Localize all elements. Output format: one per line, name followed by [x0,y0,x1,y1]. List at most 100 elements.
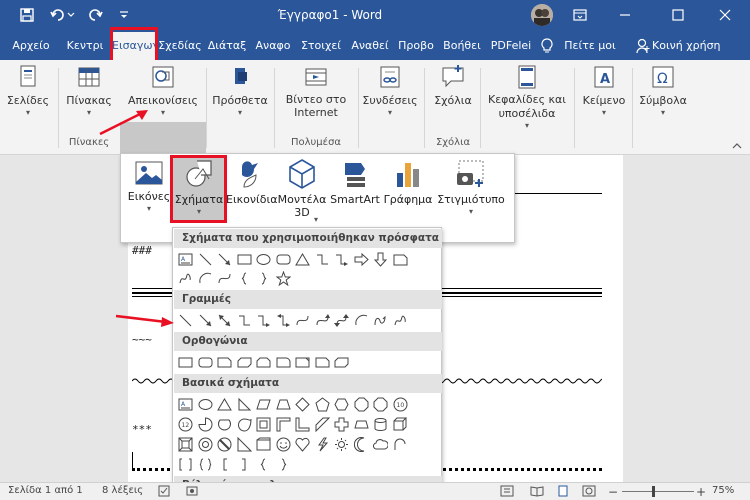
shape-item[interactable] [215,250,235,268]
minimize-icon[interactable] [612,4,638,26]
word-count[interactable]: 8 λέξεις [102,485,143,496]
shape-item[interactable] [274,269,294,287]
shape-item[interactable] [313,395,333,413]
shape-item[interactable] [332,395,352,413]
zoom-slider-track[interactable] [622,491,694,492]
shape-item[interactable] [293,415,313,433]
shape-item[interactable] [391,415,411,433]
shape-item[interactable] [313,311,333,329]
shape-item[interactable] [215,395,235,413]
shape-item[interactable] [391,311,411,329]
customize-qat-icon[interactable] [116,4,132,26]
shape-item[interactable] [293,395,313,413]
shape-item[interactable] [274,353,294,371]
shape-item[interactable] [293,353,313,371]
shape-item[interactable] [254,395,274,413]
shape-item[interactable] [254,455,274,473]
shape-item[interactable] [371,435,391,453]
shape-item[interactable] [196,250,216,268]
shape-item[interactable] [254,435,274,453]
shape-item[interactable] [215,311,235,329]
shape-item[interactable] [215,455,235,473]
page-count[interactable]: Σελίδα 1 από 1 [8,485,83,496]
tab-file[interactable]: Αρχείο [8,32,54,60]
proofing-icon[interactable] [158,485,170,500]
shape-item[interactable] [235,415,255,433]
shape-item[interactable] [235,435,255,453]
shape-item[interactable] [352,435,372,453]
tab-help[interactable]: Βοήθει [440,32,484,60]
shape-item[interactable] [293,311,313,329]
print-layout-icon[interactable] [556,485,570,500]
tab-view[interactable]: Προβο [396,32,436,60]
tab-design[interactable]: Σχεδίας [158,32,202,60]
save-icon[interactable] [16,4,38,26]
shape-item[interactable] [254,269,274,287]
shape-item[interactable] [235,395,255,413]
pictures-button[interactable]: Εικόνες ▾ [127,158,171,214]
shape-item[interactable] [196,435,216,453]
shape-item[interactable] [274,395,294,413]
shape-item[interactable] [215,415,235,433]
shape-item[interactable] [254,353,274,371]
shape-item[interactable]: A [176,395,196,413]
chart-button[interactable]: Γράφημα [382,157,434,207]
shape-item[interactable] [176,353,196,371]
shape-item[interactable] [313,353,333,371]
shape-item[interactable] [332,353,352,371]
shape-item[interactable] [352,250,372,268]
shape-item[interactable] [352,311,372,329]
tab-layout[interactable]: Διάταξ [206,32,248,60]
shape-item[interactable] [215,435,235,453]
shape-item[interactable]: A [176,250,196,268]
online-video-button[interactable]: Βίντεο στο Internet [278,64,354,119]
table-button[interactable]: Πίνακας ▾ [62,64,116,118]
focus-mode-icon[interactable] [500,485,514,500]
shape-item[interactable] [371,395,391,413]
shapes-button[interactable]: Σχήματα ▾ [171,157,227,217]
shape-item[interactable] [313,435,333,453]
shape-item[interactable] [332,311,352,329]
zoom-slider-thumb[interactable] [652,486,655,497]
comment-button[interactable]: Σχόλια [428,64,478,108]
shape-item[interactable] [391,435,411,453]
tab-references[interactable]: Αναφο [252,32,294,60]
shape-item[interactable] [176,435,196,453]
shape-item[interactable] [332,250,352,268]
shape-item[interactable] [274,311,294,329]
zoom-out-button[interactable]: − [608,485,618,499]
shape-item[interactable] [196,395,216,413]
shape-item[interactable] [352,415,372,433]
tab-home[interactable]: Κεντρι [62,32,108,60]
shape-item[interactable] [371,250,391,268]
undo-icon[interactable] [48,4,78,26]
tab-review[interactable]: Αναθεί [348,32,392,60]
shape-item[interactable] [215,269,235,287]
shape-item[interactable] [371,311,391,329]
text-button[interactable]: A Κείμενο ▾ [578,64,630,118]
shape-item[interactable] [254,311,274,329]
zoom-in-button[interactable]: + [696,485,706,499]
collapse-ribbon-icon[interactable] [732,140,742,153]
shape-item[interactable] [274,435,294,453]
shape-item[interactable] [176,455,196,473]
redo-icon[interactable] [86,4,106,26]
shape-item[interactable] [332,435,352,453]
shape-item[interactable] [313,250,333,268]
shape-item[interactable] [332,415,352,433]
shape-item[interactable] [196,415,216,433]
shape-item[interactable] [274,455,294,473]
close-icon[interactable] [712,4,738,26]
tab-insert[interactable]: Εισαγωγ [112,32,156,60]
shape-item[interactable] [371,415,391,433]
shape-item[interactable] [293,250,313,268]
symbols-button[interactable]: Ω Σύμβολα ▾ [634,64,692,118]
shape-item[interactable]: 10 [391,395,411,413]
shape-item[interactable] [196,269,216,287]
shape-item[interactable] [274,415,294,433]
shape-item[interactable] [313,415,333,433]
shape-item[interactable] [215,353,235,371]
avatar[interactable] [531,4,553,26]
icons-button[interactable]: Εικονίδια [226,157,277,207]
read-mode-icon[interactable] [530,485,544,500]
